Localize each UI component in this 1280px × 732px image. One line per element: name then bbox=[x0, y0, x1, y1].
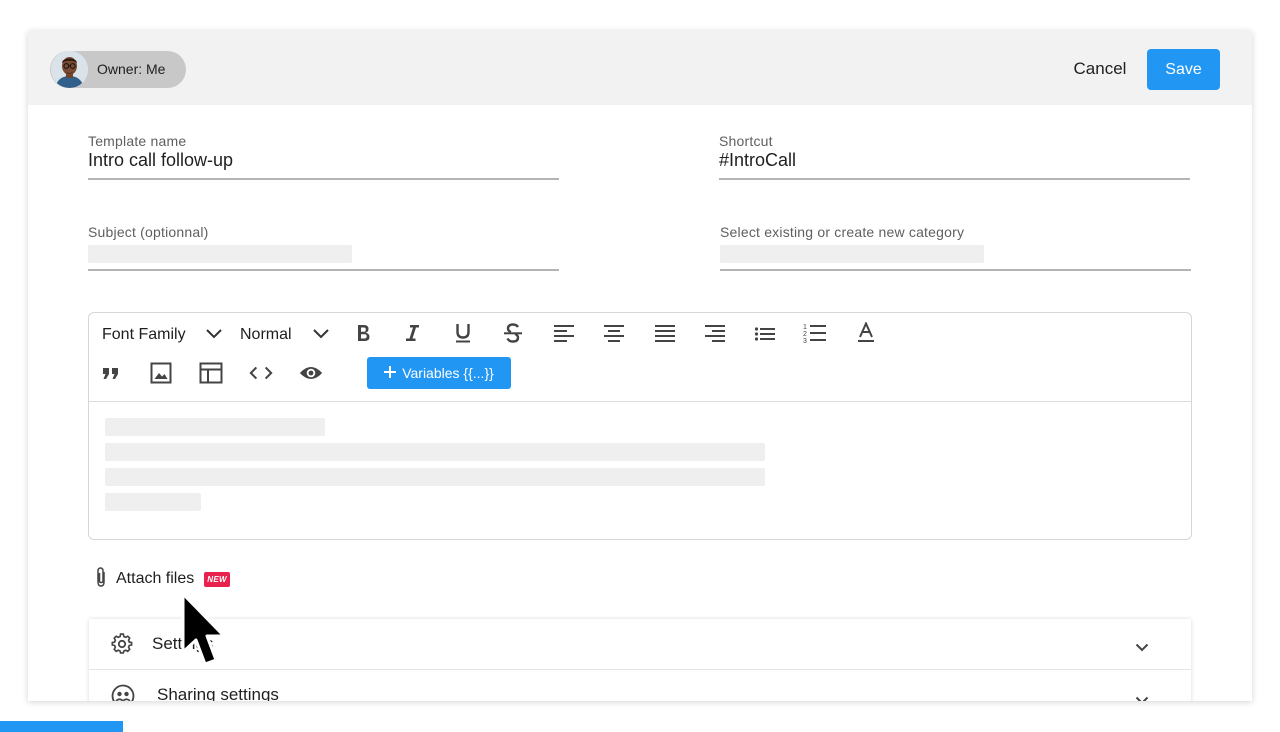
font-family-select[interactable]: Font Family bbox=[102, 326, 186, 344]
attach-files-label: Attach files bbox=[116, 570, 195, 587]
chevron-down-icon[interactable] bbox=[1135, 639, 1149, 657]
sharing-settings-label: Sharing settings bbox=[157, 685, 279, 701]
template-name-field[interactable]: Template name Intro call follow-up bbox=[88, 133, 559, 181]
new-badge: NEW bbox=[204, 571, 230, 587]
mouse-pointer-icon bbox=[180, 592, 226, 677]
category-underline bbox=[720, 269, 1191, 271]
settings-row[interactable]: Settings bbox=[89, 619, 1191, 670]
owner-chip[interactable]: Owner: Me bbox=[50, 51, 186, 88]
shortcut-underline bbox=[719, 178, 1190, 180]
chevron-down-icon[interactable] bbox=[202, 322, 226, 346]
sharing-icon bbox=[111, 684, 135, 701]
italic-icon[interactable] bbox=[400, 321, 424, 345]
subject-field[interactable]: Subject (optionnal) bbox=[88, 224, 559, 272]
numbered-list-icon[interactable]: 123 bbox=[803, 321, 827, 345]
align-justify-icon[interactable] bbox=[653, 322, 677, 346]
align-right-icon[interactable] bbox=[703, 322, 727, 346]
plus-icon bbox=[384, 365, 397, 381]
template-name-label: Template name bbox=[88, 133, 187, 149]
chevron-down-icon[interactable] bbox=[309, 322, 333, 346]
subject-placeholder-skeleton bbox=[88, 245, 352, 263]
settings-panel: Settings Sharing settings bbox=[89, 619, 1191, 701]
subject-underline bbox=[88, 269, 559, 271]
svg-text:3: 3 bbox=[803, 338, 807, 344]
attach-files-button[interactable]: Attach files NEW bbox=[94, 566, 230, 592]
subject-label: Subject (optionnal) bbox=[88, 224, 209, 240]
paperclip-icon bbox=[94, 566, 108, 593]
rich-text-editor: Font Family Normal 1 2 3 Variables {{...… bbox=[88, 312, 1192, 540]
underline-icon[interactable] bbox=[451, 321, 475, 345]
progress-bar bbox=[0, 721, 123, 732]
editor-body[interactable] bbox=[89, 402, 1191, 539]
image-icon[interactable] bbox=[149, 361, 173, 385]
cancel-button[interactable]: Cancel bbox=[1060, 49, 1140, 89]
content-skeleton-line bbox=[105, 468, 765, 486]
save-button[interactable]: Save bbox=[1147, 49, 1220, 90]
insert-variables-button[interactable]: Variables {{...}} bbox=[367, 357, 511, 389]
align-left-icon[interactable] bbox=[552, 322, 576, 346]
content-skeleton-line bbox=[105, 418, 325, 436]
avatar bbox=[51, 51, 88, 88]
svg-text:2: 2 bbox=[803, 331, 807, 338]
chevron-down-icon[interactable] bbox=[1135, 692, 1149, 701]
shortcut-field[interactable]: Shortcut #IntroCall bbox=[719, 133, 1190, 181]
shortcut-input[interactable]: #IntroCall bbox=[719, 150, 1190, 171]
editor-header: Owner: Me Cancel Save bbox=[28, 31, 1252, 105]
bullet-list-icon[interactable] bbox=[753, 322, 777, 346]
category-label: Select existing or create new category bbox=[720, 224, 965, 240]
template-name-input[interactable]: Intro call follow-up bbox=[88, 150, 559, 171]
strikethrough-icon[interactable] bbox=[501, 321, 525, 345]
owner-chip-label: Owner: Me bbox=[97, 61, 166, 77]
sharing-settings-row[interactable]: Sharing settings bbox=[89, 670, 1191, 701]
align-center-icon[interactable] bbox=[602, 322, 626, 346]
table-icon[interactable] bbox=[199, 361, 223, 385]
category-field[interactable]: Select existing or create new category bbox=[720, 224, 1191, 272]
template-name-underline bbox=[88, 178, 559, 180]
content-skeleton-line bbox=[105, 443, 765, 461]
category-placeholder-skeleton bbox=[720, 245, 984, 263]
bold-icon[interactable] bbox=[351, 321, 375, 345]
shortcut-label: Shortcut bbox=[719, 133, 773, 149]
code-icon[interactable] bbox=[249, 361, 273, 385]
preview-eye-icon[interactable] bbox=[299, 361, 323, 385]
quote-icon[interactable] bbox=[99, 361, 123, 385]
content-skeleton-line bbox=[105, 493, 201, 511]
font-size-select[interactable]: Normal bbox=[240, 326, 292, 344]
text-color-icon[interactable] bbox=[854, 321, 878, 345]
variables-label: Variables {{...}} bbox=[402, 365, 494, 381]
gear-icon bbox=[111, 633, 133, 660]
svg-text:1: 1 bbox=[803, 324, 807, 331]
